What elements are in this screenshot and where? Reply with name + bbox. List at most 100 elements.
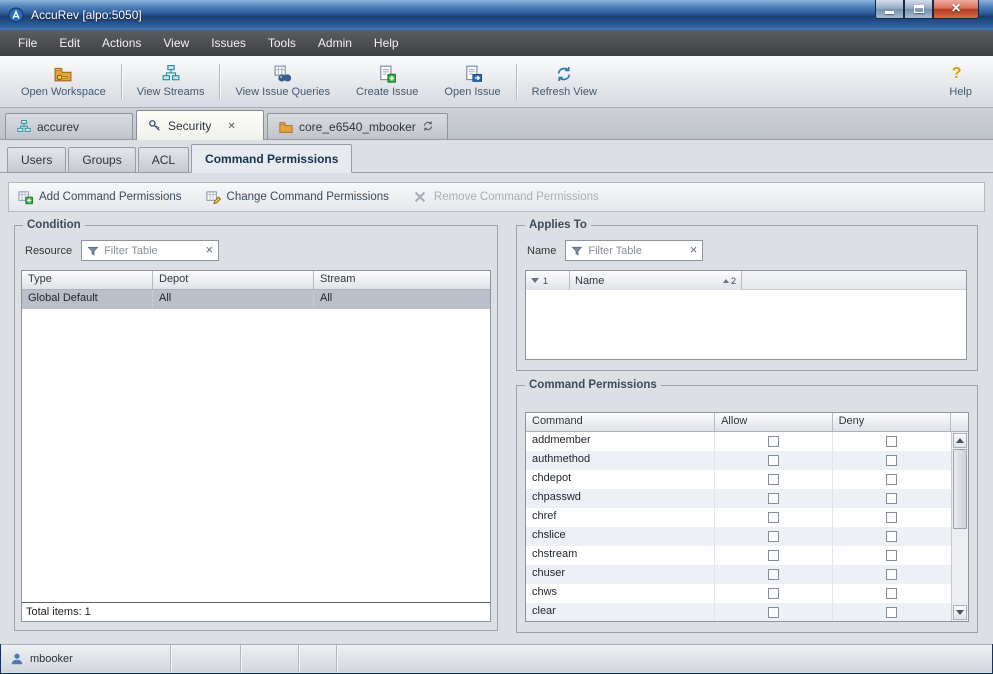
tab-accurev[interactable]: accurev: [5, 113, 133, 139]
command-row[interactable]: authmethod: [526, 451, 951, 470]
tab-refresh-icon[interactable]: [422, 120, 436, 134]
view-issue-queries-button[interactable]: View Issue Queries: [222, 59, 343, 104]
menu-view[interactable]: View: [152, 32, 200, 54]
deny-checkbox[interactable]: [886, 436, 897, 447]
tab-security[interactable]: Security: [136, 110, 264, 140]
view-streams-label: View Streams: [137, 86, 205, 98]
command-row[interactable]: chdepot: [526, 470, 951, 489]
allow-checkbox[interactable]: [768, 531, 779, 542]
tab-core-workspace-label: core_e6540_mbooker: [299, 120, 416, 134]
filter-funnel-icon[interactable]: [571, 245, 583, 257]
maximize-icon: [914, 5, 924, 13]
scrollbar-thumb[interactable]: [953, 449, 967, 529]
command-name-cell: addmember: [526, 432, 715, 451]
deny-checkbox[interactable]: [886, 531, 897, 542]
column-header-deny[interactable]: Deny: [833, 413, 951, 431]
command-row[interactable]: clear: [526, 603, 951, 621]
column-header-allow[interactable]: Allow: [715, 413, 832, 431]
maximize-button[interactable]: [904, 0, 933, 19]
menu-actions[interactable]: Actions: [91, 32, 152, 54]
deny-checkbox[interactable]: [886, 455, 897, 466]
remove-command-permissions-button[interactable]: Remove Command Permissions: [413, 190, 599, 205]
menu-help[interactable]: Help: [363, 32, 410, 54]
scroll-up-button[interactable]: [953, 433, 967, 448]
filter-clear-icon[interactable]: [205, 244, 213, 257]
close-button[interactable]: [933, 0, 979, 19]
command-row[interactable]: chref: [526, 508, 951, 527]
help-button[interactable]: Help: [936, 59, 985, 104]
filter-placeholder-text: Filter Table: [588, 245, 684, 257]
command-permissions-table-header: Command Allow Deny: [526, 413, 968, 432]
filter-clear-icon[interactable]: [690, 244, 698, 257]
title-bar[interactable]: AccuRev [alpo:5050]: [0, 0, 993, 30]
allow-checkbox[interactable]: [768, 607, 779, 618]
allow-checkbox[interactable]: [768, 493, 779, 504]
subtab-users[interactable]: Users: [7, 147, 66, 172]
allow-checkbox[interactable]: [768, 474, 779, 485]
remove-x-icon: [413, 190, 428, 205]
allow-checkbox[interactable]: [768, 512, 779, 523]
deny-checkbox[interactable]: [886, 512, 897, 523]
allow-checkbox[interactable]: [768, 569, 779, 580]
close-icon: [951, 1, 960, 17]
allow-checkbox[interactable]: [768, 588, 779, 599]
command-row[interactable]: chslice: [526, 527, 951, 546]
allow-checkbox[interactable]: [768, 550, 779, 561]
subtab-users-label: Users: [21, 153, 52, 167]
resource-label: Resource: [25, 245, 72, 257]
condition-table-header: Type Depot Stream: [22, 271, 490, 290]
deny-checkbox[interactable]: [886, 607, 897, 618]
view-streams-button[interactable]: View Streams: [124, 59, 218, 104]
condition-table-body: Global Default All All: [22, 290, 490, 602]
deny-checkbox[interactable]: [886, 474, 897, 485]
column-header-command[interactable]: Command: [526, 413, 715, 431]
minimize-button[interactable]: [875, 0, 904, 19]
deny-checkbox[interactable]: [886, 588, 897, 599]
column-header-depot[interactable]: Depot: [153, 271, 314, 289]
applies-to-panel-title: Applies To: [525, 219, 591, 231]
condition-row-global-default[interactable]: Global Default All All: [22, 290, 490, 309]
create-issue-button[interactable]: Create Issue: [343, 59, 431, 104]
add-command-permissions-button[interactable]: Add Command Permissions: [18, 190, 182, 205]
command-row[interactable]: chstream: [526, 546, 951, 565]
column-header-stream[interactable]: Stream: [314, 271, 490, 289]
allow-checkbox[interactable]: [768, 455, 779, 466]
command-row[interactable]: chuser: [526, 565, 951, 584]
deny-checkbox[interactable]: [886, 493, 897, 504]
deny-checkbox[interactable]: [886, 569, 897, 580]
column-header-type[interactable]: Type: [22, 271, 153, 289]
menu-file[interactable]: File: [7, 32, 48, 54]
status-username: mbooker: [30, 653, 73, 665]
refresh-view-button[interactable]: Refresh View: [519, 59, 610, 104]
command-row[interactable]: chpasswd: [526, 489, 951, 508]
command-row[interactable]: addmember: [526, 432, 951, 451]
menu-issues[interactable]: Issues: [200, 32, 257, 54]
open-issue-button[interactable]: Open Issue: [431, 59, 513, 104]
toolbar-separator: [219, 64, 220, 99]
resource-filter-input[interactable]: Filter Table: [81, 240, 219, 261]
filter-funnel-icon[interactable]: [87, 245, 99, 257]
subtab-groups[interactable]: Groups: [68, 147, 135, 172]
menu-edit[interactable]: Edit: [48, 32, 91, 54]
change-command-permissions-button[interactable]: Change Command Permissions: [206, 190, 389, 205]
status-cell: [171, 645, 241, 672]
open-workspace-button[interactable]: Open Workspace: [8, 59, 119, 104]
vertical-scrollbar[interactable]: [951, 432, 968, 621]
subtab-acl[interactable]: ACL: [138, 147, 189, 172]
name-column-header[interactable]: Name 2: [570, 271, 742, 290]
name-filter-input[interactable]: Filter Table: [565, 240, 703, 261]
subtab-command-permissions[interactable]: Command Permissions: [191, 144, 352, 173]
applies-to-table-body[interactable]: [526, 290, 966, 359]
menu-admin[interactable]: Admin: [307, 32, 363, 54]
menu-tools[interactable]: Tools: [257, 32, 307, 54]
scroll-down-button[interactable]: [953, 605, 967, 620]
sort-order-column-header[interactable]: 1: [526, 271, 570, 290]
allow-checkbox[interactable]: [768, 436, 779, 447]
condition-stream-cell: All: [314, 290, 490, 309]
name-column-label: Name: [575, 275, 604, 287]
deny-checkbox[interactable]: [886, 550, 897, 561]
command-row[interactable]: chws: [526, 584, 951, 603]
tab-core-workspace[interactable]: core_e6540_mbooker: [267, 113, 448, 139]
tab-close-icon[interactable]: [227, 120, 235, 132]
status-user-cell: mbooker: [1, 645, 171, 672]
